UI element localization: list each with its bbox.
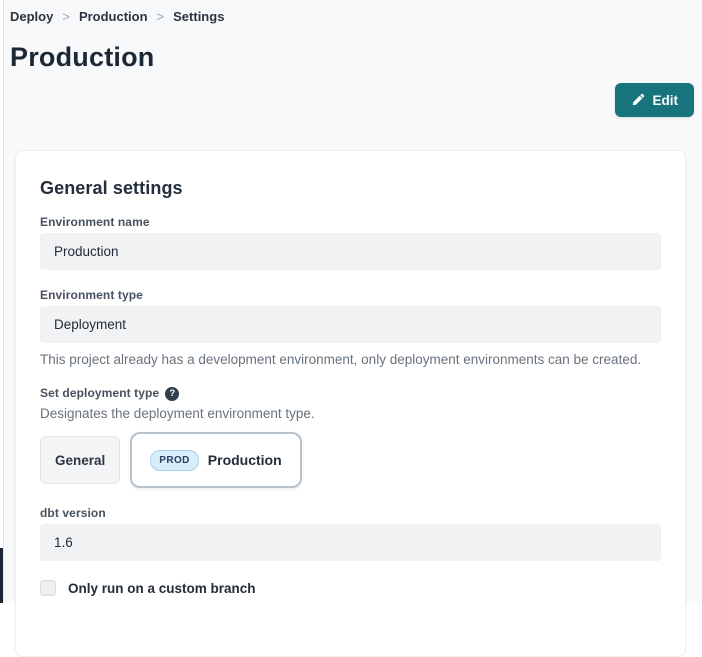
- option-general-label: General: [55, 453, 105, 468]
- edit-button[interactable]: Edit: [615, 83, 695, 117]
- prod-badge: PROD: [150, 450, 199, 471]
- option-production-label: Production: [208, 452, 282, 468]
- app-frame-divider: [0, 0, 4, 603]
- custom-branch-label: Only run on a custom branch: [68, 581, 256, 596]
- custom-branch-row: Only run on a custom branch: [40, 580, 661, 596]
- breadcrumb-separator-icon: >: [62, 9, 70, 25]
- help-icon[interactable]: ?: [165, 387, 179, 401]
- environment-type-helper-text: This project already has a development e…: [40, 351, 661, 368]
- environment-type-input[interactable]: [40, 306, 661, 343]
- deployment-type-description: Designates the deployment environment ty…: [40, 405, 661, 422]
- edit-button-label: Edit: [653, 93, 679, 108]
- dbt-version-input[interactable]: [40, 524, 661, 561]
- deployment-type-section: Set deployment type ? Designates the dep…: [40, 386, 661, 488]
- deployment-type-options: General PROD Production: [40, 432, 661, 488]
- environment-name-field: Environment name: [40, 215, 661, 270]
- offscreen-widget-sliver: [0, 548, 3, 603]
- deployment-type-label: Set deployment type: [40, 386, 159, 401]
- environment-name-label: Environment name: [40, 215, 661, 230]
- breadcrumb-separator-icon: >: [157, 9, 165, 25]
- settings-page: Deploy > Production > Settings Productio…: [5, 0, 702, 603]
- toolbar: Edit: [10, 83, 694, 117]
- custom-branch-checkbox[interactable]: [40, 580, 56, 596]
- general-settings-heading: General settings: [40, 177, 661, 199]
- deployment-type-option-general[interactable]: General: [40, 436, 120, 484]
- environment-type-field: Environment type This project already ha…: [40, 288, 661, 368]
- deployment-type-option-production[interactable]: PROD Production: [130, 432, 301, 488]
- pencil-icon: [631, 93, 645, 107]
- dbt-version-label: dbt version: [40, 506, 661, 521]
- page-title: Production: [10, 41, 694, 73]
- breadcrumb: Deploy > Production > Settings: [10, 0, 694, 25]
- environment-type-label: Environment type: [40, 288, 661, 303]
- breadcrumb-item-production[interactable]: Production: [79, 9, 148, 25]
- breadcrumb-item-settings[interactable]: Settings: [173, 9, 224, 25]
- general-settings-card: General settings Environment name Enviro…: [15, 150, 686, 657]
- breadcrumb-item-deploy[interactable]: Deploy: [10, 9, 53, 25]
- dbt-version-field: dbt version: [40, 506, 661, 561]
- environment-name-input[interactable]: [40, 233, 661, 270]
